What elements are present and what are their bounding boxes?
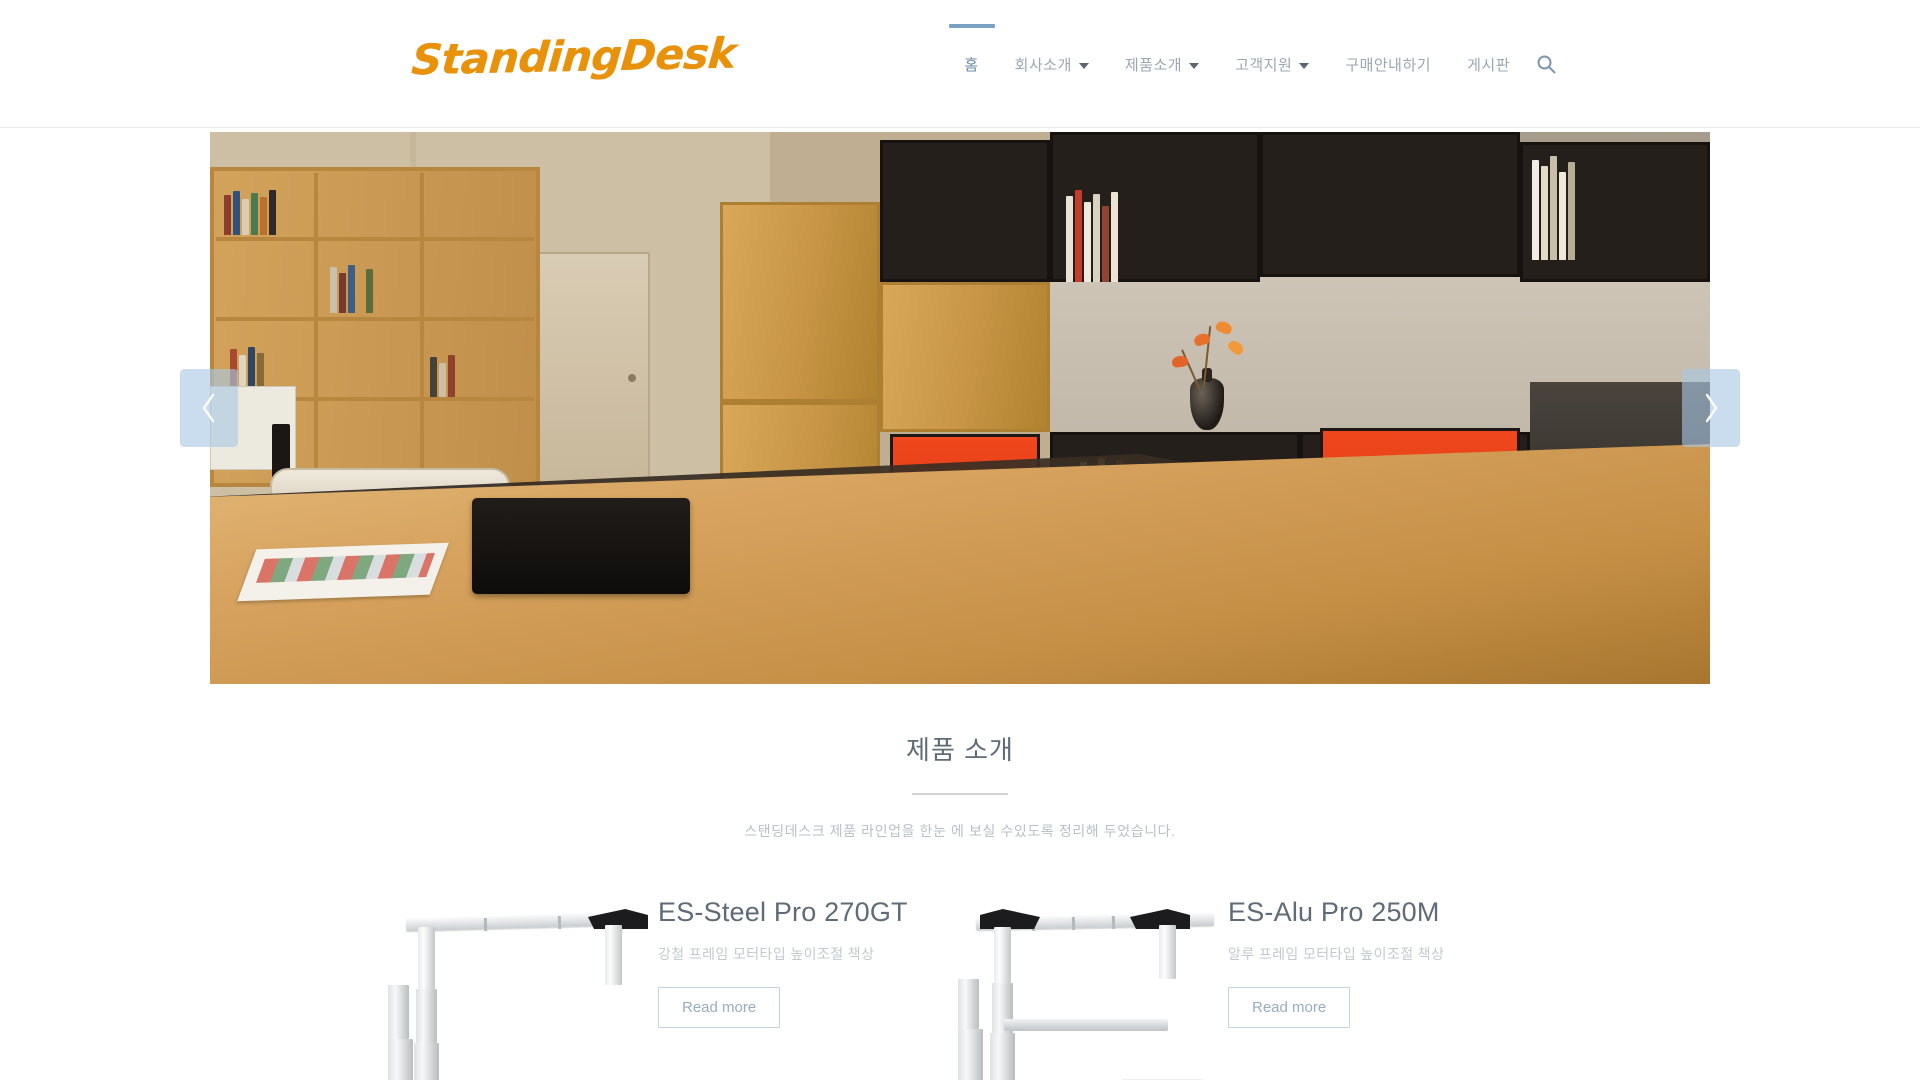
nav-item-label: 홈 xyxy=(964,56,979,74)
product-grid: ES-Steel Pro 270GT 강철 프레임 모터타입 높이조절 책상 R… xyxy=(0,889,1920,1080)
hero-carousel xyxy=(0,128,1920,688)
carousel-next-button[interactable] xyxy=(1682,369,1740,447)
nav-item-purchase-guide[interactable]: 구매안내하기 xyxy=(1327,0,1449,128)
product-image-alu-pro xyxy=(958,889,1228,1080)
laptop-case xyxy=(472,498,690,594)
site-logo[interactable]: StandingDesk xyxy=(410,29,738,85)
product-card: ES-Alu Pro 250M 알루 프레임 모터타입 높이조절 책상 Read… xyxy=(958,889,1530,1080)
decorative-flowers xyxy=(1150,308,1270,391)
chevron-down-icon xyxy=(1189,63,1200,69)
read-more-button[interactable]: Read more xyxy=(1228,987,1351,1028)
chevron-down-icon xyxy=(1299,63,1310,69)
nav-item-support[interactable]: 고객지원 xyxy=(1217,0,1327,128)
nav-item-label: 회사소개 xyxy=(1014,56,1072,74)
room-scene xyxy=(210,132,1710,684)
nav-item-company[interactable]: 회사소개 xyxy=(997,0,1107,128)
product-image-steel-pro xyxy=(388,889,658,1080)
nav-item-products[interactable]: 제품소개 xyxy=(1107,0,1217,128)
nav-item-label: 구매안내하기 xyxy=(1345,56,1432,74)
nav-item-home[interactable]: 홈 xyxy=(946,0,996,128)
carousel-prev-button[interactable] xyxy=(180,369,238,447)
section-divider xyxy=(912,793,1008,795)
read-more-button[interactable]: Read more xyxy=(658,987,781,1028)
section-subtitle: 스탠딩데스크 제품 라인업을 한눈 에 보실 수있도록 정리해 두었습니다. xyxy=(744,823,1176,839)
nav-item-board[interactable]: 게시판 xyxy=(1449,0,1528,128)
chevron-left-icon xyxy=(202,393,215,423)
product-title: ES-Steel Pro 270GT xyxy=(658,897,908,927)
site-header: StandingDesk 홈 회사소개 제품소개 고객지원 구매안내하기 게시판 xyxy=(0,0,1920,128)
paper-stack xyxy=(237,542,449,602)
chevron-right-icon xyxy=(1705,393,1718,423)
nav-item-label: 제품소개 xyxy=(1124,56,1183,74)
main-navigation: 홈 회사소개 제품소개 고객지원 구매안내하기 게시판 xyxy=(946,0,1570,128)
products-section: 제품 소개 스탠딩데스크 제품 라인업을 한눈 에 보실 수있도록 정리해 두었… xyxy=(0,688,1920,1080)
nav-item-label: 게시판 xyxy=(1467,56,1510,74)
nav-item-label: 고객지원 xyxy=(1235,56,1293,74)
section-title: 제품 소개 xyxy=(906,735,1014,765)
hero-slide-image xyxy=(210,132,1710,684)
product-description: 알루 프레임 모터타입 높이조절 책상 xyxy=(1228,946,1445,962)
product-description: 강철 프레임 모터타입 높이조절 책상 xyxy=(658,946,875,962)
product-title: ES-Alu Pro 250M xyxy=(1228,897,1440,927)
search-icon[interactable] xyxy=(1528,0,1570,128)
product-card: ES-Steel Pro 270GT 강철 프레임 모터타입 높이조절 책상 R… xyxy=(388,889,960,1080)
chevron-down-icon xyxy=(1078,63,1089,69)
